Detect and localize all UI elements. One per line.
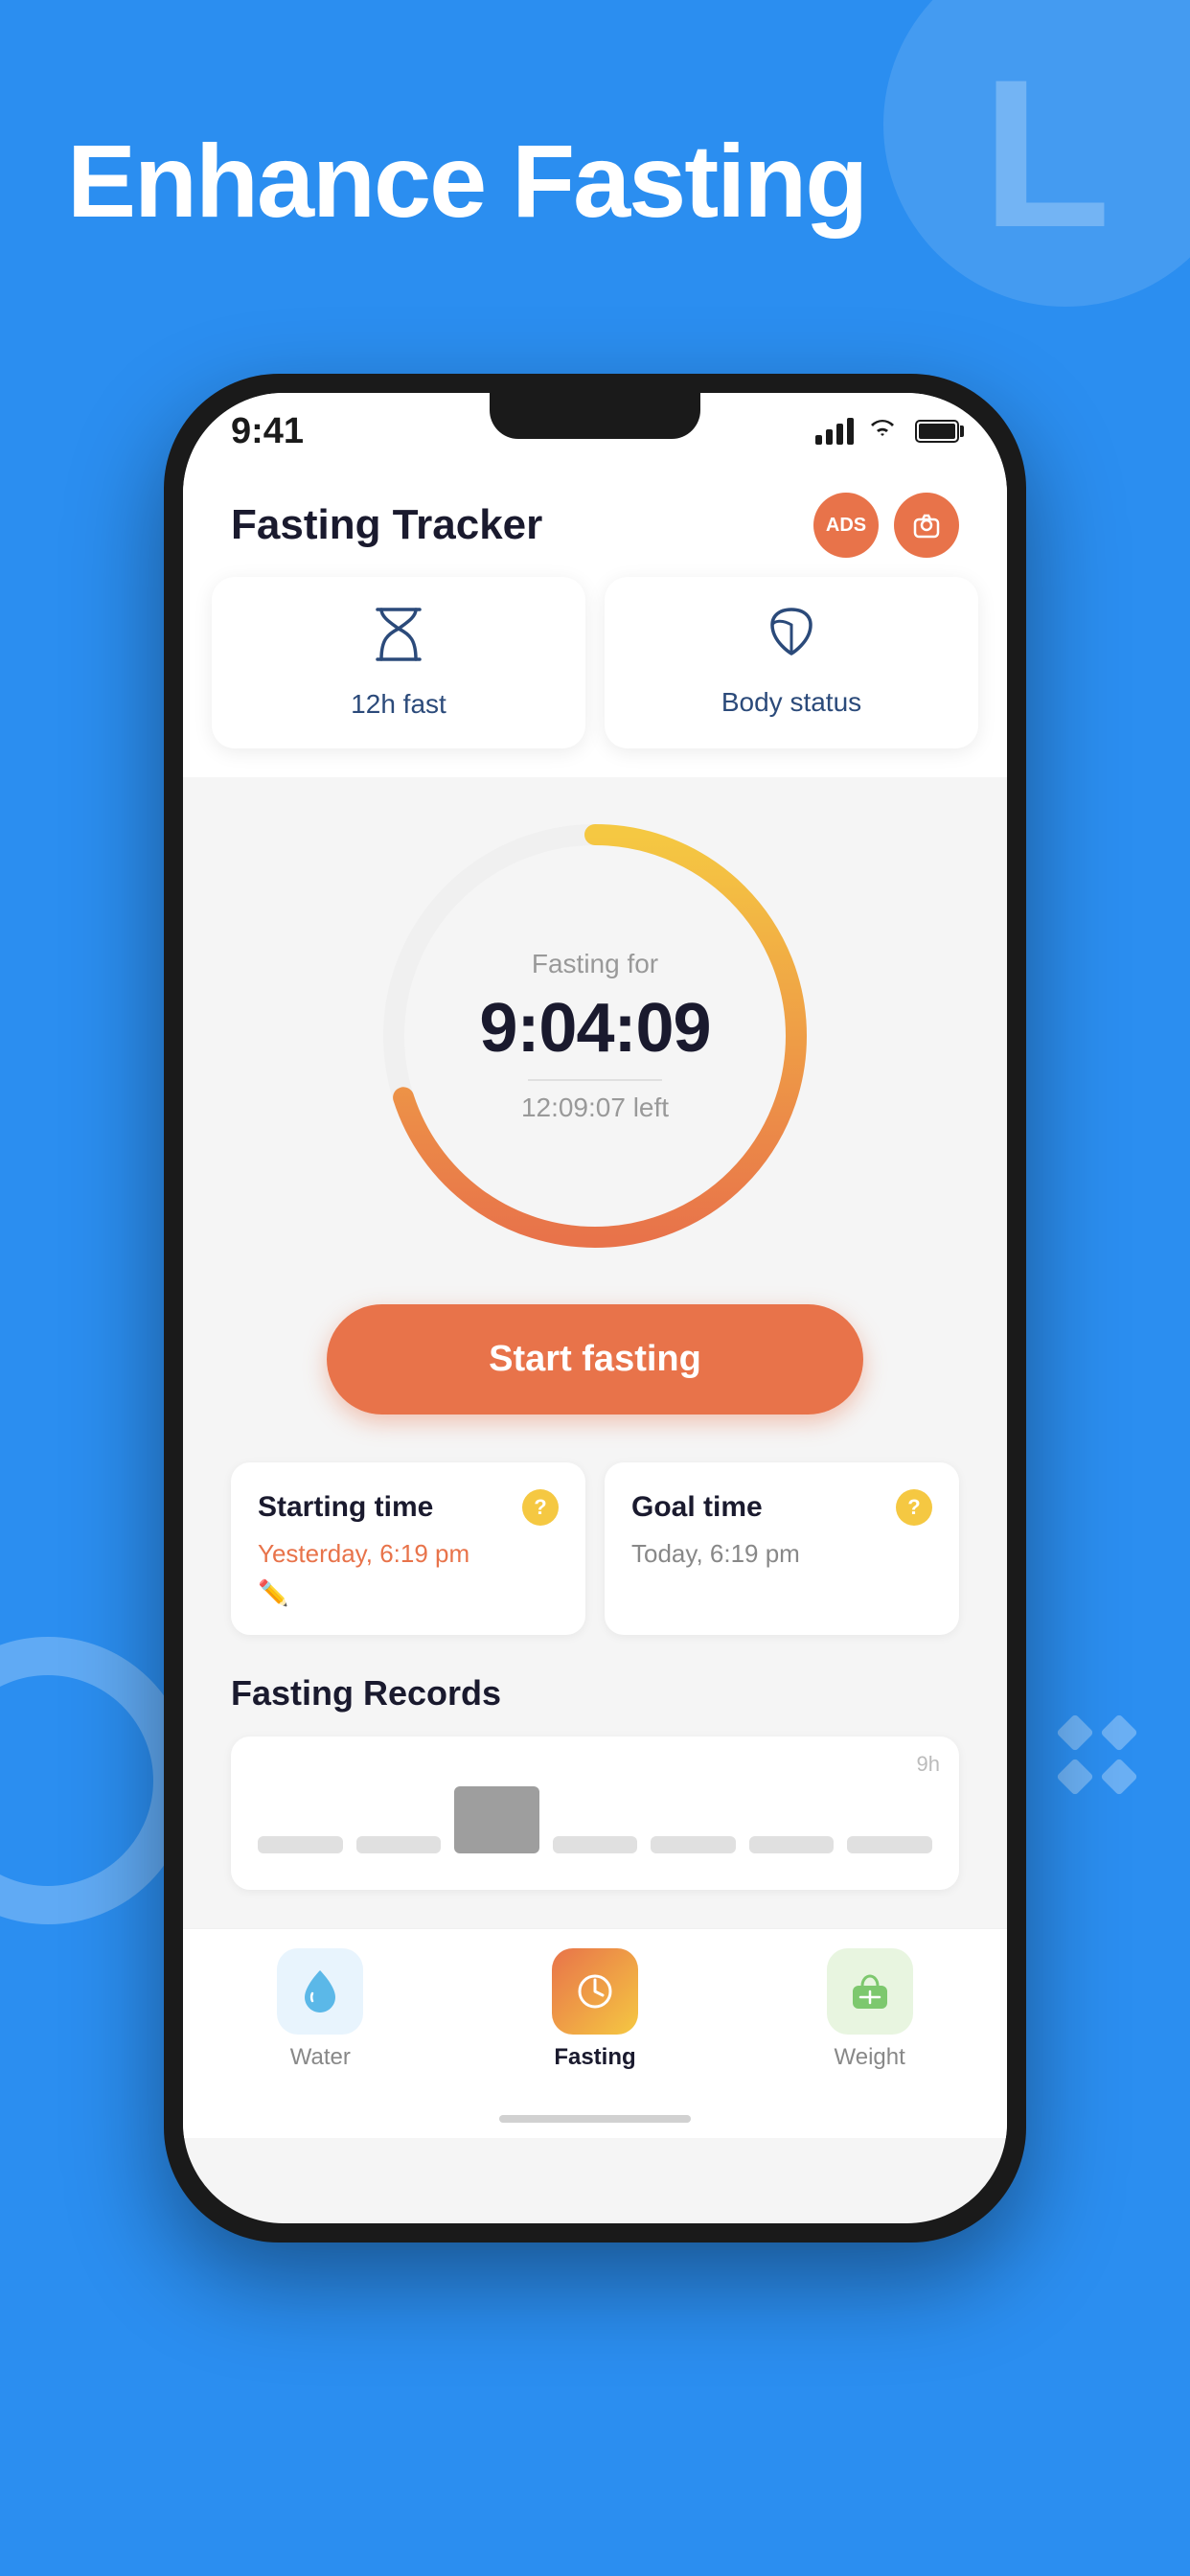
records-title: Fasting Records: [231, 1673, 959, 1714]
goal-time-title: Goal time: [631, 1491, 763, 1524]
home-bar: [499, 2115, 691, 2123]
nav-weight-label: Weight: [835, 2044, 905, 2071]
timer-label: Fasting for: [427, 949, 763, 979]
records-chart: 9h: [231, 1736, 959, 1890]
phone-frame: 9:41: [164, 374, 1026, 2242]
chart-bar-4: [553, 1836, 638, 1853]
diamond-3: [1056, 1758, 1094, 1796]
leaf-icon: [767, 606, 816, 674]
bg-decoration-diamonds: [1062, 1719, 1133, 1790]
goal-time-value: Today, 6:19 pm: [631, 1539, 932, 1569]
edit-starting-time-icon[interactable]: ✏️: [258, 1578, 559, 1608]
nav-item-fasting[interactable]: Fasting: [552, 1948, 638, 2071]
header-buttons: ADS: [813, 493, 959, 558]
tab-card-body[interactable]: Body status: [605, 577, 978, 748]
signal-icon: [815, 418, 854, 445]
fasting-nav-icon: [552, 1948, 638, 2035]
status-bar: 9:41: [183, 393, 1007, 470]
app-header: Fasting Tracker ADS: [183, 470, 1007, 577]
timer-container: Fasting for 9:04:09 12:09:07 left: [375, 816, 815, 1256]
status-icons: [815, 417, 959, 447]
timer-display: Fasting for 9:04:09 12:09:07 left: [427, 949, 763, 1123]
tab-body-label: Body status: [721, 687, 861, 718]
weight-icon: [827, 1948, 913, 2035]
bg-decoration-ring: [0, 1637, 192, 1924]
chart-bar-1: [258, 1836, 343, 1853]
starting-time-card: Starting time ? Yesterday, 6:19 pm ✏️: [231, 1462, 585, 1635]
chart-bar-6: [749, 1836, 835, 1853]
chart-bar-3: [454, 1786, 539, 1853]
status-time: 9:41: [231, 411, 304, 452]
diamond-4: [1100, 1758, 1138, 1796]
bottom-nav: Water Fasting: [183, 1928, 1007, 2100]
chart-bar-7: [847, 1836, 932, 1853]
water-icon: [277, 1948, 363, 2035]
app-title: Fasting Tracker: [231, 501, 542, 549]
camera-button[interactable]: [894, 493, 959, 558]
goal-time-card: Goal time ? Today, 6:19 pm: [605, 1462, 959, 1635]
bg-letter-l: L: [982, 48, 1110, 259]
ads-button[interactable]: ADS: [813, 493, 879, 558]
chart-label: 9h: [917, 1752, 940, 1777]
start-fasting-button[interactable]: Start fasting: [327, 1304, 863, 1414]
chart-bars: [258, 1763, 932, 1863]
starting-time-title: Starting time: [258, 1491, 433, 1524]
timer-value: 9:04:09: [427, 989, 763, 1068]
home-indicator: [183, 2100, 1007, 2138]
chart-bar-2: [356, 1836, 442, 1853]
main-content: Fasting for 9:04:09 12:09:07 left Start …: [183, 777, 1007, 1928]
nav-fasting-label: Fasting: [554, 2044, 635, 2071]
phone-screen: 9:41: [183, 393, 1007, 2223]
diamond-1: [1056, 1714, 1094, 1752]
starting-time-value: Yesterday, 6:19 pm: [258, 1539, 559, 1569]
diamond-2: [1100, 1714, 1138, 1752]
time-cards: Starting time ? Yesterday, 6:19 pm ✏️ Go…: [231, 1462, 959, 1635]
nav-water-label: Water: [290, 2044, 351, 2071]
tab-cards: 12h fast Body status: [183, 577, 1007, 777]
hourglass-icon: [374, 606, 423, 676]
chart-bar-5: [651, 1836, 736, 1853]
timer-remaining: 12:09:07 left: [427, 1092, 763, 1123]
tab-fast-label: 12h fast: [351, 689, 446, 720]
tab-card-fast[interactable]: 12h fast: [212, 577, 585, 748]
wifi-icon: [867, 417, 898, 447]
bg-decoration-circle: L: [883, 0, 1190, 307]
nav-item-water[interactable]: Water: [277, 1948, 363, 2071]
notch: [490, 393, 700, 439]
timer-divider: [528, 1079, 662, 1081]
goal-time-help[interactable]: ?: [896, 1489, 932, 1526]
battery-icon: [915, 420, 959, 443]
page-title: Enhance Fasting: [67, 125, 866, 239]
records-section: Fasting Records 9h: [231, 1673, 959, 1890]
nav-item-weight[interactable]: Weight: [827, 1948, 913, 2071]
starting-time-help[interactable]: ?: [522, 1489, 559, 1526]
